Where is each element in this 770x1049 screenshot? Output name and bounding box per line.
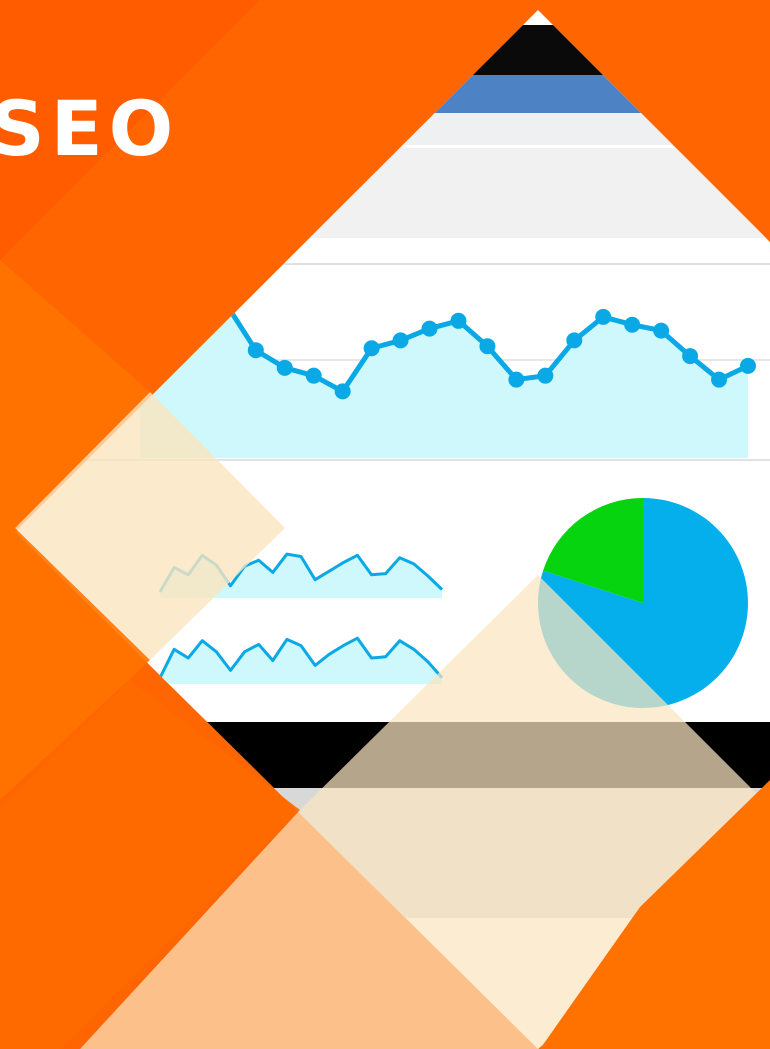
chart-data-point	[711, 371, 728, 388]
chart-data-point	[450, 312, 467, 329]
chart-data-point	[566, 332, 583, 349]
chart-data-point	[537, 367, 554, 384]
chart-data-point	[276, 359, 293, 376]
chart-data-point	[508, 371, 525, 388]
chart-data-point	[247, 342, 264, 359]
seo-graphic: SEO	[0, 0, 770, 1049]
headline-text: SEO	[0, 84, 179, 173]
chart-data-point	[305, 367, 322, 384]
chart-data-point	[363, 340, 380, 357]
chart-data-point	[189, 312, 206, 329]
chart-data-point	[421, 320, 438, 337]
chart-data-point	[682, 348, 699, 365]
chart-data-point	[392, 332, 409, 349]
sparkline-chart-2	[158, 636, 444, 684]
chart-data-point	[653, 322, 670, 339]
chart-data-point	[740, 357, 756, 374]
chart-data-point	[218, 297, 235, 314]
chart-data-point	[595, 308, 612, 325]
chart-data-point	[160, 336, 177, 353]
chart-data-point	[479, 338, 496, 355]
chart-data-point	[334, 383, 351, 400]
chart-data-point	[624, 316, 641, 333]
